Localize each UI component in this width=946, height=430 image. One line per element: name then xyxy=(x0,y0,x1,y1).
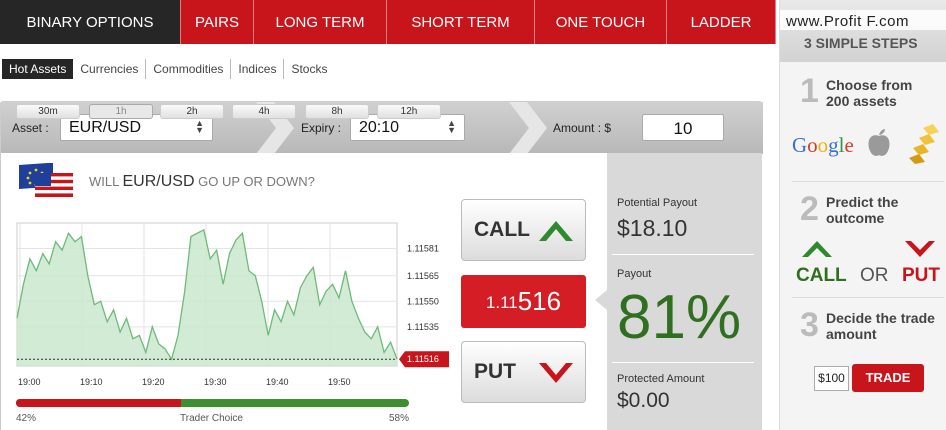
current-price-box: 1.11516 xyxy=(461,275,586,328)
divider xyxy=(792,181,944,182)
trader-choice-left: 42% xyxy=(16,413,37,424)
subnav-stocks[interactable]: Stocks xyxy=(284,59,334,79)
payout-pointer-icon xyxy=(595,290,607,310)
sample-amount-field[interactable]: $100 xyxy=(814,366,849,391)
select-arrows-icon: ▲ ▼ xyxy=(447,118,456,135)
divider xyxy=(612,254,754,255)
call-label: CALL xyxy=(474,218,530,241)
timeframe-12h[interactable]: 12h xyxy=(377,104,441,119)
subnav-currencies[interactable]: Currencies xyxy=(73,59,147,79)
call-button[interactable]: CALL xyxy=(461,199,586,261)
chart-y-tick-label: 1.11581 xyxy=(407,244,439,254)
tab-ladder[interactable]: LADDER xyxy=(667,0,776,44)
put-button[interactable]: PUT xyxy=(461,341,586,403)
subnav-indices[interactable]: Indices xyxy=(231,59,285,79)
asset-label: Asset : xyxy=(12,121,49,135)
step-2-text: Predict the outcome xyxy=(826,194,899,226)
chart-x-tick-label: 19:40 xyxy=(266,377,289,387)
gold-bars-icon xyxy=(909,124,939,164)
chart-x-tick-label: 19:30 xyxy=(204,377,227,387)
question-suffix: GO UP OR DOWN? xyxy=(198,174,315,189)
put-text: PUT xyxy=(902,265,940,286)
call-text: CALL xyxy=(796,265,847,286)
simple-steps-title: 3 SIMPLE STEPS xyxy=(804,35,918,51)
eu-us-flags-icon xyxy=(19,163,73,197)
simple-steps-panel: www.Profit F.com 3 SIMPLE STEPS 1 Choose… xyxy=(779,0,946,430)
step-2-number: 2 xyxy=(800,190,819,228)
amount-value: 10 xyxy=(673,119,693,138)
protected-amount-label: Protected Amount xyxy=(617,373,705,385)
timeframe-2h[interactable]: 2h xyxy=(160,104,224,119)
amount-input[interactable]: 10 xyxy=(642,114,724,141)
potential-payout-value: $18.10 xyxy=(617,215,688,241)
price-big: 516 xyxy=(517,286,562,316)
step-1-number: 1 xyxy=(800,72,819,110)
timeframe-8h[interactable]: 8h xyxy=(305,104,369,119)
payout-label: Payout xyxy=(617,268,652,280)
sample-trade-button[interactable]: TRADE xyxy=(852,364,924,392)
chart-x-tick-label: 19:00 xyxy=(18,377,41,387)
trader-choice-label: Trader Choice xyxy=(180,413,243,424)
expiry-label: Expiry : xyxy=(301,121,342,135)
step-1-text: Choose from 200 assets xyxy=(826,77,913,109)
question-asset: EUR/USD xyxy=(122,173,195,190)
watermark: www.Profit F.com xyxy=(786,13,910,30)
sub-nav: Hot Assets Currencies Commodities Indice… xyxy=(2,58,334,80)
put-label: PUT xyxy=(474,360,516,383)
step-3-text: Decide the trade amount xyxy=(826,310,935,342)
chart-x-tick-label: 19:20 xyxy=(142,377,165,387)
current-price-tag-label: 1.11516 xyxy=(407,354,439,364)
timeframe-30m[interactable]: 30m xyxy=(16,104,80,119)
tab-one-touch[interactable]: ONE TOUCH xyxy=(535,0,667,44)
chevron-divider-icon xyxy=(509,102,547,154)
timeframe-1h[interactable]: 1h xyxy=(89,104,153,119)
tab-short-term[interactable]: SHORT TERM xyxy=(387,0,535,44)
payout-value: 81% xyxy=(617,283,742,352)
top-nav: BINARY OPTIONS PAIRS LONG TERM SHORT TER… xyxy=(0,0,776,44)
chart-y-tick-label: 1.11535 xyxy=(407,322,439,332)
or-text: OR xyxy=(860,265,889,286)
protected-amount-value: $0.00 xyxy=(617,389,670,412)
trade-question: WILL EUR/USD GO UP OR DOWN? xyxy=(89,173,315,191)
subnav-commodities[interactable]: Commodities xyxy=(146,59,232,79)
timeframe-4h[interactable]: 4h xyxy=(232,104,296,119)
chart-x-tick-label: 19:10 xyxy=(80,377,103,387)
trader-choice-put-fill xyxy=(16,399,182,407)
tab-long-term[interactable]: LONG TERM xyxy=(254,0,387,44)
step-3-number: 3 xyxy=(800,306,819,344)
potential-payout-label: Potential Payout xyxy=(617,197,698,209)
price-chart[interactable]: 1.11581 1.11565 1.11550 1.11535 1.11516 19:00… xyxy=(0,215,455,395)
trader-choice-right: 58% xyxy=(389,413,410,424)
arrow-down-icon xyxy=(905,241,935,257)
google-logo: Google xyxy=(792,133,854,157)
trader-choice-bar xyxy=(16,399,409,407)
tab-binary-options[interactable]: BINARY OPTIONS xyxy=(0,0,181,44)
subnav-hot-assets[interactable]: Hot Assets xyxy=(2,59,74,79)
asset-value: EUR/USD xyxy=(69,119,142,136)
apple-logo-icon xyxy=(868,129,890,156)
arrow-down-icon xyxy=(539,363,573,383)
chart-y-tick-label: 1.11565 xyxy=(407,271,439,281)
expiry-value: 20:10 xyxy=(359,119,400,136)
chart-y-tick-label: 1.11550 xyxy=(407,296,439,306)
select-arrows-icon: ▲ ▼ xyxy=(195,118,204,135)
chart-x-tick-label: 19:50 xyxy=(328,377,351,387)
divider xyxy=(612,362,754,363)
question-prefix: WILL xyxy=(89,174,119,189)
arrow-up-icon xyxy=(802,241,832,257)
amount-label: Amount : $ xyxy=(553,121,612,135)
price-prefix: 1.11 xyxy=(485,293,518,312)
tab-pairs[interactable]: PAIRS xyxy=(181,0,254,44)
arrow-up-icon xyxy=(539,221,573,241)
divider xyxy=(792,297,944,298)
